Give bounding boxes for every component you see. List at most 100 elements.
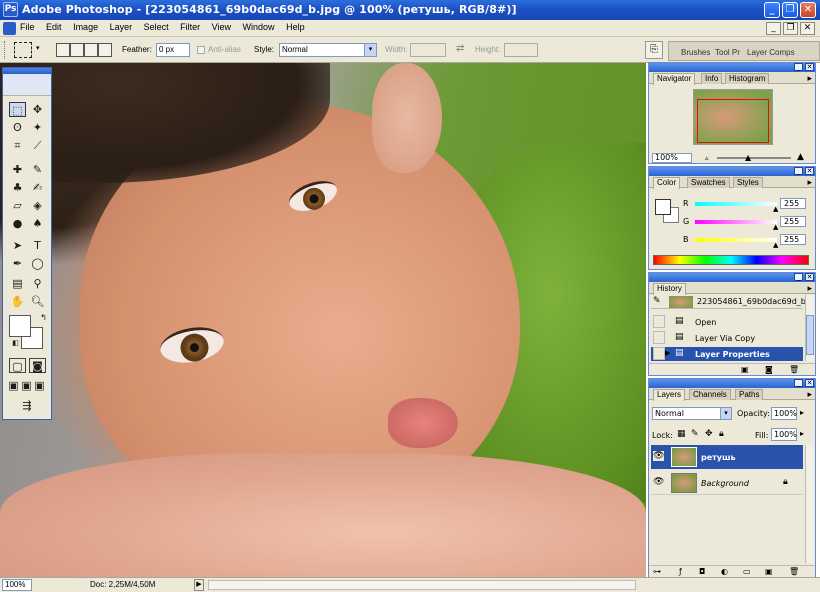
eraser-tool-icon[interactable]: ▱ — [9, 198, 26, 213]
channel-b-slider[interactable] — [695, 238, 777, 242]
new-snapshot-icon[interactable]: ◙ — [765, 365, 773, 374]
zoom-slider[interactable] — [717, 157, 791, 159]
foreground-color-swatch[interactable] — [9, 315, 31, 337]
eye-visibility-icon[interactable]: 👁︎ — [653, 451, 665, 461]
menu-file[interactable]: File — [20, 22, 35, 32]
intersect-selection-icon[interactable] — [98, 43, 112, 57]
channel-g-thumb-icon[interactable]: ▲ — [773, 223, 778, 231]
style-select[interactable]: Normal ▾ — [279, 43, 377, 57]
preset-dropdown-arrow-icon[interactable]: ▾ — [36, 44, 40, 52]
pen-tool-icon[interactable]: ✒ — [9, 256, 26, 271]
menu-image[interactable]: Image — [73, 22, 98, 32]
width-input[interactable] — [410, 43, 446, 57]
panel-close-icon[interactable]: ✕ — [805, 273, 814, 281]
menu-window[interactable]: Window — [243, 22, 275, 32]
doc-close-button[interactable]: ✕ — [800, 22, 815, 35]
chevron-down-icon[interactable]: ▾ — [364, 44, 376, 56]
history-step-row[interactable]: ▤ Layer Via Copy — [651, 331, 803, 345]
panel-minimize-icon[interactable]: _ — [794, 379, 803, 387]
standard-mode-icon[interactable]: ▢ — [9, 358, 26, 373]
tab-layers[interactable]: Layers — [653, 389, 686, 401]
lock-all-icon[interactable]: 🔒︎ — [719, 429, 724, 439]
fill-slider-arrow-icon[interactable]: ▸ — [800, 429, 804, 438]
hand-tool-icon[interactable]: ✋ — [9, 294, 26, 309]
document-canvas[interactable] — [0, 63, 646, 577]
navigator-view-box[interactable] — [697, 99, 769, 143]
default-colors-icon[interactable]: ◧ — [7, 336, 24, 351]
history-source-box[interactable] — [653, 331, 665, 344]
status-menu-arrow-icon[interactable]: ▶ — [194, 579, 204, 591]
delete-layer-icon[interactable]: 🗑︎ — [789, 567, 799, 576]
panel-menu-icon[interactable]: ▸ — [807, 284, 812, 294]
channel-r-slider[interactable] — [695, 202, 777, 206]
magic-wand-tool-icon[interactable]: ✦ — [29, 120, 46, 135]
horizontal-scrollbar[interactable] — [208, 580, 636, 590]
path-selection-tool-icon[interactable]: ➤ — [9, 238, 26, 253]
history-state-slider-icon[interactable]: ▶ — [665, 349, 670, 357]
opacity-slider-arrow-icon[interactable]: ▸ — [800, 408, 804, 417]
history-brush-tool-icon[interactable]: ✍ — [29, 180, 46, 195]
lock-image-icon[interactable]: ✎ — [691, 429, 699, 439]
tab-paths[interactable]: Paths — [735, 389, 764, 400]
fill-input[interactable]: 100% — [771, 428, 797, 441]
eye-visibility-icon[interactable]: 👁︎ — [653, 477, 664, 487]
panel-close-icon[interactable]: ✕ — [805, 167, 814, 175]
tab-histogram[interactable]: Histogram — [725, 73, 770, 84]
panel-close-icon[interactable]: ✕ — [805, 379, 814, 387]
tab-channels[interactable]: Channels — [689, 389, 731, 400]
well-tab-brushes[interactable]: Brushes — [681, 48, 710, 57]
swap-icon[interactable]: ⇄ — [456, 43, 464, 54]
doc-minimize-button[interactable]: _ — [766, 22, 781, 35]
panel-minimize-icon[interactable]: _ — [794, 63, 803, 71]
zoom-out-icon[interactable]: ▵ — [705, 154, 709, 162]
adjustment-layer-icon[interactable]: ◐ — [721, 567, 728, 576]
dodge-tool-icon[interactable]: ♠ — [29, 216, 46, 231]
history-scrollbar[interactable] — [805, 295, 814, 361]
history-scroll-thumb[interactable] — [806, 315, 814, 355]
navigator-thumbnail[interactable] — [693, 89, 773, 145]
crop-tool-icon[interactable]: ⌗ — [9, 138, 26, 153]
minimize-button[interactable]: _ — [764, 2, 780, 18]
eyedropper-tool-icon[interactable]: ⚲ — [29, 276, 46, 291]
paint-bucket-tool-icon[interactable]: ◈ — [29, 198, 46, 213]
close-button[interactable]: ✕ — [800, 2, 816, 18]
rect-marquee-tool-icon[interactable]: ⬚ — [9, 102, 26, 117]
move-tool-icon[interactable]: ✥ — [29, 102, 46, 117]
menu-filter[interactable]: Filter — [180, 22, 200, 32]
lock-transparency-icon[interactable]: ▦ — [677, 429, 686, 439]
layers-panel-titlebar[interactable]: _ ✕ — [649, 379, 815, 388]
screen-mode-full-icon[interactable]: ▣ — [33, 378, 46, 393]
tab-history[interactable]: History — [653, 283, 686, 295]
menu-help[interactable]: Help — [286, 22, 305, 32]
panel-minimize-icon[interactable]: _ — [794, 273, 803, 281]
navigator-zoom-input[interactable]: 100% — [652, 153, 692, 163]
lock-position-icon[interactable]: ✥ — [705, 429, 713, 439]
panel-menu-icon[interactable]: ▸ — [807, 390, 812, 400]
healing-brush-tool-icon[interactable]: ✚ — [9, 162, 26, 177]
screen-mode-standard-icon[interactable]: ▣ — [7, 378, 20, 393]
zoom-in-icon[interactable]: ▲ — [797, 152, 804, 162]
options-grip[interactable] — [4, 41, 6, 59]
brush-tool-icon[interactable]: ✎ — [29, 162, 46, 177]
link-layers-icon[interactable]: ⊶ — [653, 567, 661, 576]
history-source-box[interactable] — [653, 315, 665, 328]
channel-b-thumb-icon[interactable]: ▲ — [773, 241, 778, 249]
new-group-icon[interactable]: ▭ — [743, 567, 751, 576]
document-icon[interactable] — [3, 22, 16, 35]
navigator-panel-titlebar[interactable]: _ ✕ — [649, 63, 815, 72]
slice-tool-icon[interactable]: ⟋ — [29, 138, 46, 153]
channel-g-input[interactable]: 255 — [780, 216, 806, 227]
subtract-selection-icon[interactable] — [84, 43, 98, 57]
well-tab-tool-presets[interactable]: Tool Pr — [715, 48, 740, 57]
height-input[interactable] — [504, 43, 538, 57]
channel-g-slider[interactable] — [695, 220, 777, 224]
tab-color[interactable]: Color — [653, 177, 681, 189]
jump-to-imageready-icon[interactable]: ⇶ — [9, 398, 45, 413]
menu-edit[interactable]: Edit — [46, 22, 62, 32]
tab-styles[interactable]: Styles — [733, 177, 763, 188]
feather-logo-icon[interactable] — [3, 74, 51, 96]
zoom-slider-thumb-icon[interactable]: ▲ — [745, 153, 751, 162]
delete-icon[interactable]: 🗑︎ — [789, 365, 799, 374]
color-panel-titlebar[interactable]: _ ✕ — [649, 167, 815, 176]
lasso-tool-icon[interactable]: ʘ — [9, 120, 26, 135]
